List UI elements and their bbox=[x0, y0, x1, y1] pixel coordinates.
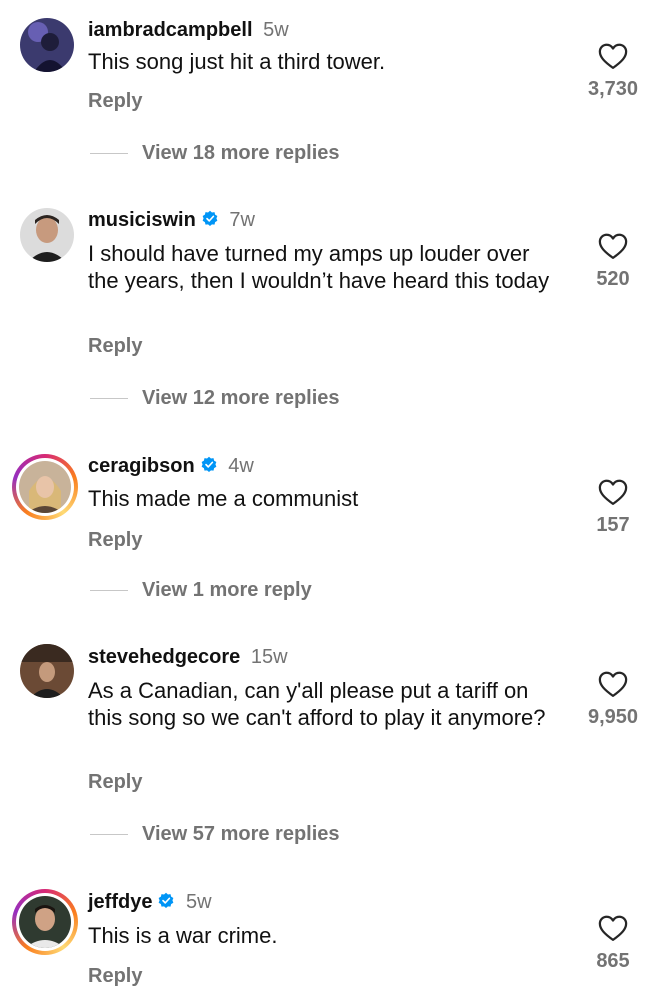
comment-text: This made me a communist bbox=[88, 486, 359, 511]
timestamp: 4w bbox=[228, 455, 254, 477]
reply-button[interactable]: Reply bbox=[88, 529, 142, 552]
view-replies-label: View 1 more reply bbox=[142, 579, 312, 601]
view-replies-button[interactable]: View 12 more replies bbox=[90, 387, 340, 410]
story-ring bbox=[16, 458, 74, 516]
comment-text: This song just hit a third tower. bbox=[88, 49, 386, 74]
like-count: 157 bbox=[596, 514, 630, 536]
view-replies-label: View 18 more replies bbox=[142, 142, 340, 164]
like-group: 520 bbox=[578, 232, 648, 291]
username-line: musiciswin 7w bbox=[88, 208, 255, 232]
view-replies-button[interactable]: View 1 more reply bbox=[90, 579, 312, 602]
avatar-image bbox=[19, 461, 71, 513]
avatar[interactable] bbox=[12, 454, 78, 520]
timestamp: 7w bbox=[229, 209, 255, 231]
like-count: 3,730 bbox=[587, 78, 639, 100]
comment-text: I should have turned my amps up louder o… bbox=[88, 241, 550, 293]
username[interactable]: jeffdye bbox=[88, 891, 152, 913]
view-replies-button[interactable]: View 18 more replies bbox=[90, 142, 340, 165]
reply-button[interactable]: Reply bbox=[88, 965, 142, 988]
timestamp: 15w bbox=[250, 646, 288, 668]
like-count: 520 bbox=[596, 268, 630, 290]
view-replies-button[interactable]: View 57 more replies bbox=[90, 823, 340, 846]
avatar-image bbox=[19, 896, 71, 948]
heart-icon[interactable] bbox=[598, 478, 628, 506]
username[interactable]: iambradcampbell bbox=[88, 19, 253, 41]
username[interactable]: ceragibson bbox=[88, 455, 195, 477]
avatar[interactable] bbox=[20, 18, 74, 72]
reply-button[interactable]: Reply bbox=[88, 335, 142, 358]
like-count: 9,950 bbox=[587, 706, 639, 728]
like-group: 157 bbox=[578, 478, 648, 537]
view-replies-label: View 57 more replies bbox=[142, 823, 340, 845]
comment-text: This is a war crime. bbox=[88, 923, 278, 948]
story-ring bbox=[16, 893, 74, 951]
username[interactable]: stevehedgecore bbox=[88, 646, 240, 668]
avatar-image bbox=[20, 644, 74, 698]
username-line: stevehedgecore 15w bbox=[88, 645, 288, 669]
reply-divider-line bbox=[90, 153, 128, 155]
verified-badge-icon bbox=[201, 456, 217, 473]
avatar-image-wrap bbox=[19, 461, 71, 513]
avatar[interactable] bbox=[20, 208, 74, 262]
reply-button[interactable]: Reply bbox=[88, 90, 142, 113]
like-group: 3,730 bbox=[578, 42, 648, 101]
heart-icon[interactable] bbox=[598, 914, 628, 942]
timestamp: 5w bbox=[186, 891, 212, 913]
username-line: iambradcampbell 5w bbox=[88, 18, 289, 42]
like-group: 865 bbox=[578, 914, 648, 973]
verified-badge-icon bbox=[202, 210, 218, 227]
comment-text: As a Canadian, can y'all please put a ta… bbox=[88, 678, 546, 730]
heart-icon[interactable] bbox=[598, 670, 628, 698]
avatar-image bbox=[20, 208, 74, 262]
username[interactable]: musiciswin bbox=[88, 209, 196, 231]
reply-divider-line bbox=[90, 398, 128, 400]
timestamp: 5w bbox=[263, 19, 289, 41]
avatar[interactable] bbox=[12, 889, 78, 955]
like-group: 9,950 bbox=[578, 670, 648, 729]
avatar-image-wrap bbox=[19, 896, 71, 948]
username-line: ceragibson 4w bbox=[88, 454, 254, 478]
heart-icon[interactable] bbox=[598, 42, 628, 70]
view-replies-label: View 12 more replies bbox=[142, 387, 340, 409]
avatar-image bbox=[20, 18, 74, 72]
avatar[interactable] bbox=[20, 644, 74, 698]
heart-icon[interactable] bbox=[598, 232, 628, 260]
reply-button[interactable]: Reply bbox=[88, 771, 142, 794]
username-line: jeffdye 5w bbox=[88, 890, 212, 914]
like-count: 865 bbox=[596, 950, 630, 972]
verified-badge-icon bbox=[159, 892, 174, 909]
reply-divider-line bbox=[90, 590, 128, 592]
reply-divider-line bbox=[90, 834, 128, 836]
